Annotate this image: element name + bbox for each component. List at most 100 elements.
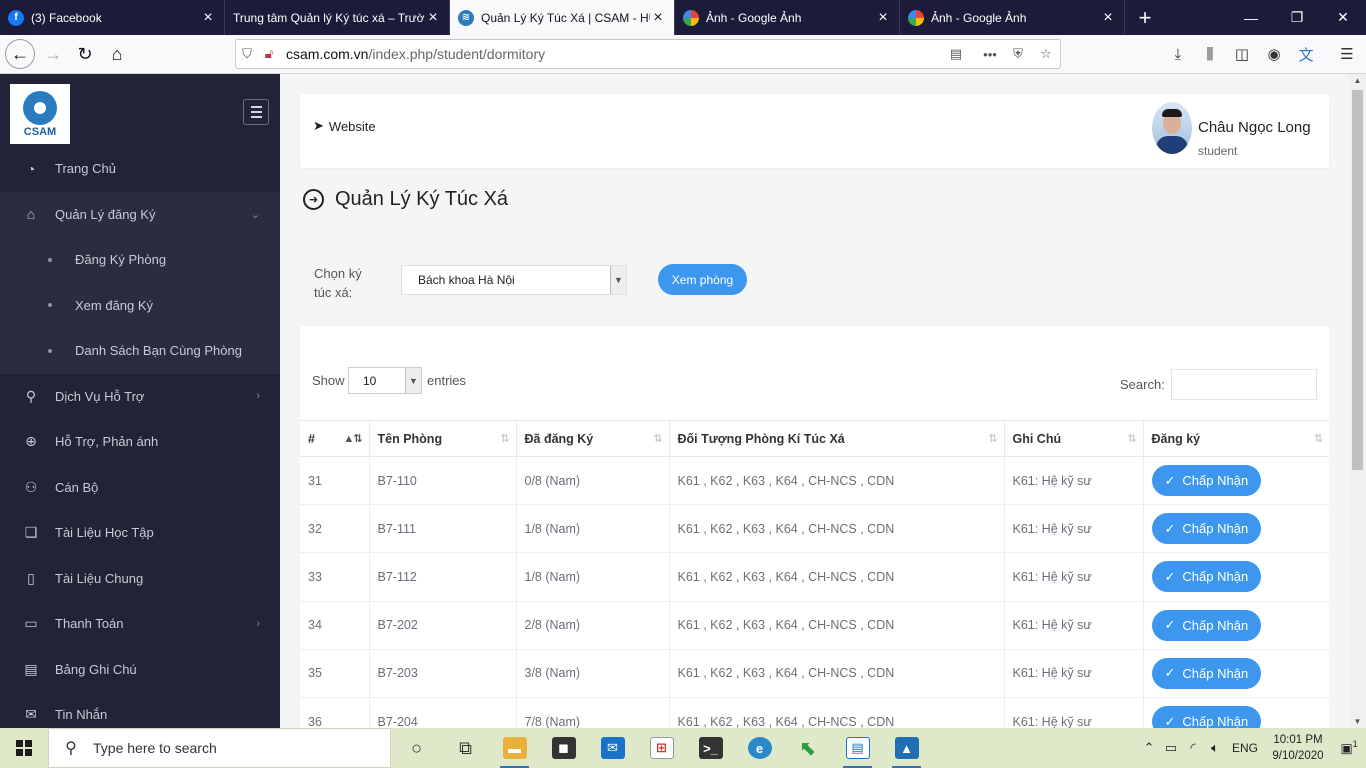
translate-icon[interactable]: 文	[1296, 44, 1316, 64]
scrollbar-thumb[interactable]	[1352, 90, 1363, 470]
cortana-icon[interactable]: ○	[392, 728, 441, 768]
edge-icon[interactable]: e	[735, 728, 784, 768]
sidebar-toggle-button[interactable]	[243, 99, 269, 125]
close-icon[interactable]: ×	[875, 9, 891, 27]
url-text[interactable]: csam.com.vn/index.php/student/dormitory	[280, 46, 936, 62]
taskbar-search[interactable]: ⚲ Type here to search	[48, 728, 391, 768]
column-header-target[interactable]: Đối Tượng Phòng Kí Túc Xá ⇅	[669, 420, 1005, 457]
sidebar-item-feedback[interactable]: ⊕ Hỗ Trợ, Phản ánh	[0, 419, 280, 465]
account-icon[interactable]: ◉	[1264, 44, 1284, 64]
restore-icon[interactable]: ❐	[1274, 0, 1320, 35]
accept-button[interactable]: ✓ Chấp Nhận	[1151, 465, 1261, 497]
menu-icon[interactable]: ☰	[1337, 44, 1357, 64]
sidebar-item-registration[interactable]: ⌂ Quản Lý đăng Ký ⌄	[0, 191, 280, 237]
sort-asc-icon[interactable]: ▲ ⇅	[343, 432, 362, 445]
close-icon[interactable]: ×	[425, 9, 441, 27]
sidebar-subitem-roommates[interactable]: Danh Sách Bạn Cùng Phòng	[0, 328, 280, 374]
download-icon[interactable]: ⤓	[1168, 44, 1188, 64]
reader-view-icon[interactable]: ▤	[936, 46, 976, 62]
new-tab-button[interactable]: +	[1125, 0, 1165, 35]
scroll-down-icon[interactable]: ▼	[1349, 717, 1366, 726]
home-icon[interactable]: ⌂	[102, 39, 132, 69]
page-actions-icon[interactable]: •••	[976, 47, 1004, 62]
reload-icon[interactable]: ↻	[70, 39, 100, 69]
start-button[interactable]	[0, 728, 48, 768]
page-scrollbar[interactable]: ▲ ▼	[1349, 74, 1366, 728]
user-name[interactable]: Châu Ngọc Long	[1198, 119, 1311, 136]
shield-icon[interactable]: ⛉	[236, 46, 258, 62]
window-app-icon[interactable]: ▤	[833, 728, 882, 768]
back-icon[interactable]: ←	[5, 39, 35, 69]
sort-icon[interactable]: ⇅	[500, 432, 509, 445]
url-bar[interactable]: ⛉ 🔓︎ csam.com.vn/index.php/student/dormi…	[235, 39, 1061, 69]
browser-tab-facebook[interactable]: f (3) Facebook ×	[0, 0, 225, 35]
entries-select[interactable]: 10 ▼	[348, 367, 422, 394]
column-header-room-name[interactable]: Tên Phòng ⇅	[369, 420, 517, 457]
website-link[interactable]: ➤ Website	[313, 118, 376, 134]
notification-icon[interactable]: ▣1	[1332, 739, 1366, 756]
sort-icon[interactable]: ⇅	[1314, 432, 1323, 445]
dorm-select[interactable]: Bách khoa Hà Nội ▼	[401, 265, 627, 295]
wifi-icon[interactable]: ◜	[1182, 740, 1204, 756]
accept-button[interactable]: ✓ Chấp Nhận	[1151, 706, 1261, 728]
column-header-id[interactable]: # ▲ ⇅	[300, 420, 370, 457]
browser-tab-csam[interactable]: ≋ Quản Lý Ký Túc Xá | CSAM - HU ×	[450, 0, 675, 35]
sidebar-subitem-view-registration[interactable]: Xem đăng Ký	[0, 282, 280, 328]
chevron-down-icon[interactable]: ▼	[405, 368, 421, 393]
sidebar-item-staff[interactable]: ⚇ Cán Bộ	[0, 465, 280, 511]
sidebar-item-support-services[interactable]: ⚲ Dịch Vụ Hỗ Trợ ›	[0, 374, 280, 420]
chevron-up-icon[interactable]: ⌃	[1138, 740, 1160, 756]
sidebar-item-study-docs[interactable]: ❑ Tài Liệu Học Tập	[0, 510, 280, 556]
view-rooms-button[interactable]: Xem phòng	[658, 264, 747, 295]
minimize-icon[interactable]: —	[1228, 0, 1274, 35]
accept-button[interactable]: ✓ Chấp Nhận	[1151, 513, 1261, 545]
sidebar-item-label: Đăng Ký Phòng	[75, 252, 167, 268]
volume-icon[interactable]: 🔈︎	[1204, 740, 1226, 756]
browser-tab-google-photos-2[interactable]: Ảnh - Google Ảnh ×	[900, 0, 1125, 35]
forward-icon[interactable]: →	[38, 39, 68, 69]
sidebar-item-notes[interactable]: ▤ Bảng Ghi Chú	[0, 647, 280, 693]
browser-tab-google-photos-1[interactable]: Ảnh - Google Ảnh ×	[675, 0, 900, 35]
insecure-lock-icon[interactable]: 🔓︎	[258, 46, 280, 62]
pocket-icon[interactable]: ⛨	[1004, 46, 1032, 62]
avatar[interactable]	[1152, 102, 1192, 154]
chevron-down-icon: ⌄	[250, 208, 260, 221]
accept-button[interactable]: ✓ Chấp Nhận	[1151, 609, 1261, 641]
chevron-down-icon[interactable]: ▼	[610, 266, 626, 294]
column-header-register[interactable]: Đăng ký ⇅	[1143, 420, 1329, 457]
store-icon[interactable]: ◼	[539, 728, 588, 768]
task-view-icon[interactable]: ⧉	[441, 728, 490, 768]
battery-icon[interactable]: ▭	[1160, 740, 1182, 756]
sort-icon[interactable]: ⇅	[988, 432, 997, 445]
sidebar-subitem-register-room[interactable]: Đăng Ký Phòng	[0, 237, 280, 283]
logo[interactable]: CSAM	[10, 84, 70, 144]
photos-app-icon[interactable]: ▲	[882, 728, 931, 768]
sidebar-item-payment[interactable]: ▭ Thanh Toán ›	[0, 601, 280, 647]
sidebar-item-messages[interactable]: ✉ Tin Nhắn	[0, 692, 280, 728]
sort-icon[interactable]: ⇅	[653, 432, 662, 445]
sidebar-item-general-docs[interactable]: ▯ Tài Liệu Chung	[0, 556, 280, 602]
app-icon[interactable]: ⊞	[637, 728, 686, 768]
column-header-registered[interactable]: Đã đăng Ký ⇅	[516, 420, 670, 457]
accept-button[interactable]: ✓ Chấp Nhận	[1151, 561, 1261, 593]
sidebar-item-home[interactable]: ◔ Trang Chủ	[0, 146, 280, 192]
file-explorer-icon[interactable]: ▬	[490, 728, 539, 768]
close-icon[interactable]: ×	[650, 9, 666, 27]
clock[interactable]: 10:01 PM 9/10/2020	[1264, 732, 1332, 764]
column-header-note[interactable]: Ghi Chú ⇅	[1004, 420, 1144, 457]
scroll-up-icon[interactable]: ▲	[1349, 76, 1366, 85]
sort-icon[interactable]: ⇅	[1127, 432, 1136, 445]
close-icon[interactable]: ×	[1100, 9, 1116, 27]
accept-button[interactable]: ✓ Chấp Nhận	[1151, 657, 1261, 689]
search-input[interactable]	[1171, 369, 1317, 400]
language-indicator[interactable]: ENG	[1226, 741, 1264, 755]
close-window-icon[interactable]: ✕	[1320, 0, 1366, 35]
library-icon[interactable]: ⫼	[1200, 44, 1220, 64]
terminal-icon[interactable]: >_	[686, 728, 735, 768]
mail-app-icon[interactable]: ✉	[588, 728, 637, 768]
browser-tab-dorm-center[interactable]: Trung tâm Quản lý Ký túc xá – Trườ ×	[225, 0, 450, 35]
green-arrow-app-icon[interactable]: ⬉	[784, 728, 833, 768]
sidebar-toggle-icon[interactable]: ◫	[1232, 44, 1252, 64]
close-icon[interactable]: ×	[200, 9, 216, 27]
bookmark-star-icon[interactable]: ☆	[1032, 46, 1060, 62]
